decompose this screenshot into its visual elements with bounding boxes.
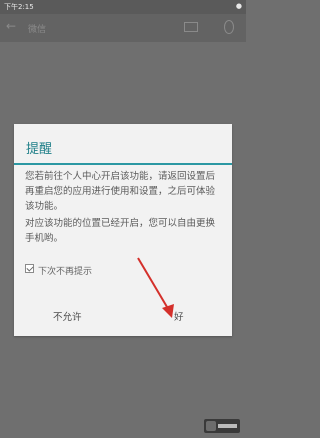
dont-show-again-checkbox[interactable] (25, 264, 34, 273)
status-time: 下午2:15 (4, 3, 34, 11)
dialog-message-1: 您若前往个人中心开启该功能，请返回设置后再重启您的应用进行使用和设置，之后可体验… (25, 171, 216, 212)
dialog-title: 提醒 (26, 142, 53, 157)
status-bar: 下午2:15 ● (0, 0, 246, 14)
dialog-divider (14, 163, 232, 165)
app-title: 微信 (28, 25, 47, 35)
profile-icon[interactable] (224, 20, 234, 34)
ok-button[interactable]: 好 (174, 309, 184, 323)
status-icons: ● (235, 2, 242, 10)
dialog-message-2: 对应该功能的位置已经开启，您可以自由更换手机哟。 (25, 218, 216, 244)
alert-dialog: 提醒 您若前往个人中心开启该功能，请返回设置后再重启您的应用进行使用和设置，之后… (14, 124, 232, 336)
app-bar: ← 微信 (0, 14, 246, 42)
deny-button[interactable]: 不允许 (53, 309, 82, 323)
settings-icon[interactable] (184, 22, 198, 32)
watermark-icon (206, 421, 216, 431)
watermark-logo (204, 419, 240, 433)
dont-show-again-label: 下次不再提示 (38, 267, 93, 277)
watermark-text-bar (218, 424, 237, 428)
back-icon[interactable]: ← (6, 19, 20, 33)
